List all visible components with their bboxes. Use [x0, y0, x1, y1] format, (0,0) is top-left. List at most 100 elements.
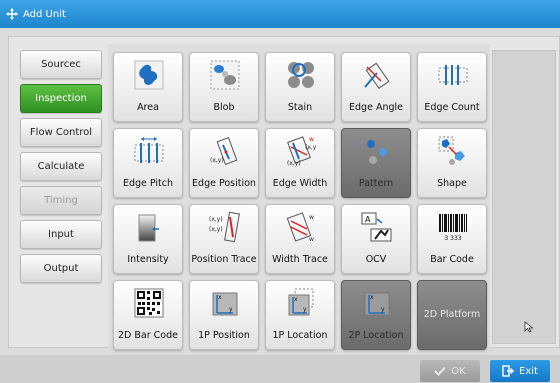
tool-label: Blob: [213, 102, 235, 113]
y-label: y: [229, 306, 233, 313]
stain-icon: [285, 59, 317, 91]
sidebar-item-input[interactable]: Input: [20, 220, 102, 249]
xy-label: (x,y): [210, 157, 224, 164]
tool-2d-platform: 2D Platform: [417, 280, 487, 350]
x-label: x: [294, 296, 298, 303]
shape-icon: [437, 135, 469, 167]
tool-width-trace[interactable]: ww Width Trace: [265, 204, 335, 274]
sidebar-item-label: Flow Control: [29, 127, 93, 138]
sidebar-item-label: Calculate: [37, 161, 85, 172]
description-pane: [492, 50, 556, 344]
2p-location-icon: xy: [361, 287, 393, 319]
barcode-icon: 3 333: [437, 211, 469, 243]
edge-position-icon: (x,y): [209, 135, 241, 167]
tool-1p-location[interactable]: xy 1P Location: [265, 280, 335, 350]
window-title: Add Unit: [23, 8, 66, 20]
tool-label: Shape: [437, 178, 467, 189]
tool-label: Width Trace: [272, 254, 328, 265]
tool-ocv[interactable]: A OCV: [341, 204, 411, 274]
xy-label: (x,y): [209, 226, 223, 233]
tool-label: 2P Location: [348, 330, 404, 341]
pattern-icon: [361, 135, 393, 167]
sidebar-item-inspection[interactable]: Inspection: [20, 84, 102, 113]
a-label: A: [365, 215, 371, 224]
edge-count-icon: [437, 59, 469, 91]
w-label: w: [309, 214, 314, 221]
y-label: y: [381, 306, 385, 313]
tool-label: 2D Bar Code: [118, 330, 178, 341]
intensity-icon: [133, 211, 165, 243]
tool-intensity[interactable]: Intensity: [113, 204, 183, 274]
exit-button[interactable]: Exit: [490, 360, 550, 382]
sidebar-item-label: Inspection: [35, 93, 87, 104]
sidebar-item-label: Sourcec: [41, 59, 81, 70]
exit-label: Exit: [519, 365, 538, 377]
tool-2d-bar-code[interactable]: 2D Bar Code: [113, 280, 183, 350]
w-label: w: [309, 136, 314, 143]
width-trace-icon: ww: [285, 211, 317, 243]
title-bar: Add Unit: [0, 0, 560, 28]
checkmark-icon: [434, 366, 447, 376]
tool-bar-code[interactable]: 3 333 Bar Code: [417, 204, 487, 274]
sidebar-item-label: Timing: [44, 195, 78, 206]
tool-edge-pitch[interactable]: Edge Pitch: [113, 128, 183, 198]
tool-label: 2D Platform: [423, 309, 481, 320]
tool-stain[interactable]: Stain: [265, 52, 335, 122]
tool-position-trace[interactable]: (x,y) (x,y) Position Trace: [189, 204, 259, 274]
tool-label: Stain: [287, 102, 313, 113]
tool-label: Pattern: [358, 178, 394, 189]
ok-label: OK: [451, 365, 466, 377]
tool-label: Bar Code: [430, 254, 474, 265]
tool-label: Edge Angle: [349, 102, 403, 113]
position-trace-icon: (x,y) (x,y): [209, 211, 241, 243]
1p-location-icon: xy: [285, 287, 317, 319]
blob-icon: [209, 59, 241, 91]
area-icon: [133, 59, 165, 91]
exit-door-icon: [502, 365, 515, 377]
ocv-icon: A: [361, 211, 393, 243]
sidebar-item-calculate[interactable]: Calculate: [20, 152, 102, 181]
tool-label: OCV: [365, 254, 387, 265]
tool-pattern: Pattern: [341, 128, 411, 198]
tool-blob[interactable]: Blob: [189, 52, 259, 122]
tool-label: Area: [137, 102, 159, 113]
edge-width-icon: (x,y)(x,y)w: [285, 135, 319, 167]
tool-label: Edge Width: [272, 178, 328, 189]
edge-angle-icon: [361, 59, 393, 91]
mouse-pointer-icon: [524, 318, 534, 333]
qr-code-icon: [133, 287, 165, 319]
sidebar-item-flow-control[interactable]: Flow Control: [20, 118, 102, 147]
move-arrows-icon: [6, 8, 18, 20]
edge-pitch-icon: [133, 135, 165, 167]
tool-edge-count[interactable]: Edge Count: [417, 52, 487, 122]
tool-label: 1P Position: [198, 330, 250, 341]
sidebar-item-sourcec[interactable]: Sourcec: [20, 50, 102, 79]
sidebar-item-label: Input: [48, 229, 74, 240]
tool-area[interactable]: Area: [113, 52, 183, 122]
tool-2p-location: xy 2P Location: [341, 280, 411, 350]
tool-edge-angle[interactable]: Edge Angle: [341, 52, 411, 122]
y-label: y: [303, 306, 307, 313]
tool-edge-width[interactable]: (x,y)(x,y)w Edge Width: [265, 128, 335, 198]
barcode-digits: 3 333: [444, 235, 461, 242]
x-label: x: [218, 294, 222, 301]
w-label: w: [309, 236, 314, 243]
xy-label: (x,y): [287, 160, 301, 167]
tool-1p-position[interactable]: xy 1P Position: [189, 280, 259, 350]
tool-label: Position Trace: [191, 254, 257, 265]
ok-button[interactable]: OK: [420, 360, 480, 382]
tool-edge-position[interactable]: (x,y) Edge Position: [189, 128, 259, 198]
tool-label: Intensity: [127, 254, 169, 265]
tool-label: Edge Position: [192, 178, 256, 189]
1p-position-icon: xy: [209, 287, 241, 319]
tool-label: 1P Location: [272, 330, 328, 341]
tool-label: Edge Count: [424, 102, 480, 113]
category-sidebar: Sourcec Inspection Flow Control Calculat…: [20, 50, 102, 288]
sidebar-item-label: Output: [43, 263, 79, 274]
sidebar-item-timing: Timing: [20, 186, 102, 215]
sidebar-item-output[interactable]: Output: [20, 254, 102, 283]
tool-shape[interactable]: Shape: [417, 128, 487, 198]
xy-label: (x,y): [305, 144, 317, 151]
x-label: x: [370, 294, 374, 301]
xy-label: (x,y): [209, 216, 223, 223]
